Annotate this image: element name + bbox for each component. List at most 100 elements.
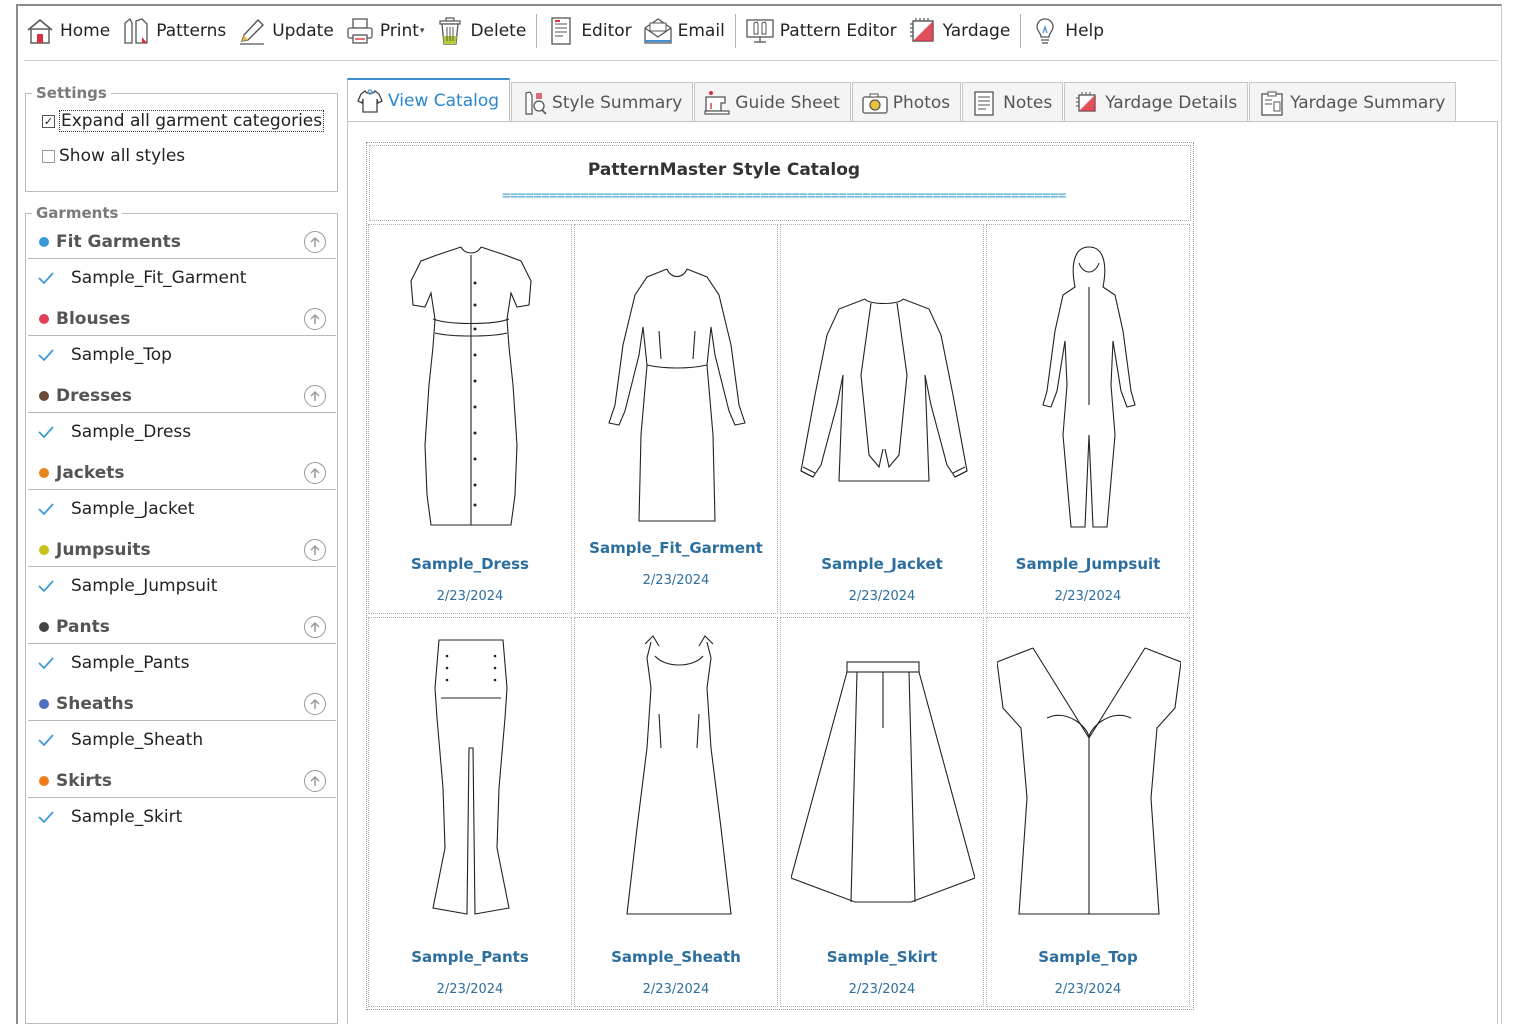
collapse-arrow-up-icon[interactable] xyxy=(304,461,326,484)
dress-sketch xyxy=(410,246,532,526)
style-card-sample-fit-garment[interactable]: Sample_Fit_Garment 2/23/2024 xyxy=(574,224,778,614)
collapse-arrow-up-icon[interactable] xyxy=(304,769,326,792)
skirt-sketch xyxy=(791,661,975,903)
expand-all-checkbox[interactable]: ✓ xyxy=(42,114,55,128)
yardage-details-icon xyxy=(1076,91,1096,112)
style-date: 2/23/2024 xyxy=(848,982,916,997)
category-dot xyxy=(39,467,49,478)
category-name: Sheaths xyxy=(56,693,134,714)
email-button[interactable]: Email xyxy=(638,11,731,51)
collapse-arrow-up-icon[interactable] xyxy=(304,615,326,638)
editor-button[interactable]: Editor xyxy=(541,11,637,51)
checkmark-icon xyxy=(38,426,54,439)
toolbar-separator xyxy=(536,14,538,48)
garment-category[interactable]: Jumpsuits xyxy=(28,533,336,567)
style-name[interactable]: Sample_Pants xyxy=(369,948,571,966)
show-all-styles-checkbox[interactable] xyxy=(42,149,55,163)
garment-list-item[interactable]: Sample_Sheath xyxy=(28,723,336,757)
notes-icon xyxy=(974,90,994,116)
collapse-arrow-up-icon[interactable] xyxy=(304,692,326,715)
style-name[interactable]: Sample_Skirt xyxy=(781,948,983,966)
pattern-editor-button[interactable]: Pattern Editor xyxy=(740,11,903,51)
style-name[interactable]: Sample_Dress xyxy=(369,555,571,573)
show-all-styles-checkbox-row[interactable]: Show all styles xyxy=(42,143,337,169)
style-date: 2/23/2024 xyxy=(642,982,710,997)
style-name[interactable]: Sample_Sheath xyxy=(575,948,777,966)
expand-all-checkbox-row[interactable]: ✓ Expand all garment categories xyxy=(42,108,337,134)
home-button[interactable]: Home xyxy=(20,11,116,51)
shirt-icon xyxy=(357,89,383,113)
style-date: 2/23/2024 xyxy=(436,982,504,997)
patterns-icon xyxy=(124,17,148,44)
garment-category[interactable]: Blouses xyxy=(28,302,336,336)
sewing-machine-icon xyxy=(704,90,730,115)
printer-icon xyxy=(347,18,373,44)
garment-category[interactable]: Skirts xyxy=(28,764,336,798)
update-button[interactable]: Update xyxy=(232,11,340,51)
garment-list-item[interactable]: Sample_Fit_Garment xyxy=(28,261,336,295)
garment-list-item[interactable]: Sample_Top xyxy=(28,338,336,372)
garment-category[interactable]: Dresses xyxy=(28,379,336,413)
style-name[interactable]: Sample_Jacket xyxy=(781,555,983,573)
garment-list-item[interactable]: Sample_Jumpsuit xyxy=(28,569,336,603)
show-all-styles-label[interactable]: Show all styles xyxy=(59,146,185,166)
yardage-button[interactable]: Yardage xyxy=(903,11,1017,51)
category-name: Jumpsuits xyxy=(56,539,151,560)
tab-bar: View Catalog Style Summary Guide Sheet P… xyxy=(347,78,1457,122)
garment-item-name: Sample_Jumpsuit xyxy=(71,576,218,596)
garment-category[interactable]: Fit Garments xyxy=(28,225,336,259)
style-date: 2/23/2024 xyxy=(642,573,710,588)
garment-item-name: Sample_Sheath xyxy=(71,730,204,750)
category-dot xyxy=(39,621,49,632)
garment-list-item[interactable]: Sample_Skirt xyxy=(28,800,336,834)
style-date: 2/23/2024 xyxy=(1054,589,1122,604)
collapse-arrow-up-icon[interactable] xyxy=(304,307,326,330)
style-card-sample-jumpsuit[interactable]: Sample_Jumpsuit 2/23/2024 xyxy=(986,224,1190,614)
style-card-sample-skirt[interactable]: Sample_Skirt 2/23/2024 xyxy=(780,617,984,1007)
patterns-button[interactable]: Patterns xyxy=(116,11,232,51)
lightbulb-icon xyxy=(1036,18,1054,44)
garment-item-name: Sample_Dress xyxy=(71,422,192,442)
tab-yardage-summary[interactable]: Yardage Summary xyxy=(1249,82,1457,122)
style-card-sample-dress[interactable]: Sample_Dress 2/23/2024 xyxy=(368,224,572,614)
settings-panel: Settings ✓ Expand all garment categories… xyxy=(25,84,338,192)
category-name: Blouses xyxy=(56,308,131,329)
garment-category[interactable]: Pants xyxy=(28,610,336,644)
tab-photos[interactable]: Photos xyxy=(851,82,962,122)
garment-category[interactable]: Jackets xyxy=(28,456,336,490)
garment-list-item[interactable]: Sample_Jacket xyxy=(28,492,336,526)
style-card-sample-pants[interactable]: Sample_Pants 2/23/2024 xyxy=(368,617,572,1007)
expand-all-label[interactable]: Expand all garment categories xyxy=(59,110,325,132)
print-button[interactable]: Print ▾ xyxy=(340,11,431,51)
tab-view-catalog[interactable]: View Catalog xyxy=(347,78,511,122)
style-card-sample-top[interactable]: Sample_Top 2/23/2024 xyxy=(986,617,1190,1007)
garment-category[interactable]: Sheaths xyxy=(28,687,336,721)
home-icon xyxy=(27,18,53,44)
style-card-sample-sheath[interactable]: Sample_Sheath 2/23/2024 xyxy=(574,617,778,1007)
tab-yardage-details[interactable]: Yardage Details xyxy=(1064,82,1249,122)
category-dot xyxy=(39,236,49,247)
monitor-icon xyxy=(746,19,774,43)
tab-style-summary[interactable]: Style Summary xyxy=(511,82,694,122)
delete-button[interactable]: Delete xyxy=(430,11,532,51)
print-dropdown-caret[interactable]: ▾ xyxy=(420,26,425,36)
garment-list-item[interactable]: Sample_Pants xyxy=(28,646,336,680)
style-name[interactable]: Sample_Fit_Garment xyxy=(575,539,777,557)
style-name[interactable]: Sample_Jumpsuit xyxy=(987,555,1189,573)
toolbar-separator xyxy=(734,14,736,48)
help-button[interactable]: Help xyxy=(1025,11,1110,51)
style-card-sample-jacket[interactable]: Sample_Jacket 2/23/2024 xyxy=(780,224,984,614)
style-name[interactable]: Sample_Top xyxy=(987,948,1189,966)
garment-list-item[interactable]: Sample_Dress xyxy=(28,415,336,449)
email-icon xyxy=(643,18,672,44)
garment-item-name: Sample_Pants xyxy=(71,653,190,673)
style-date: 2/23/2024 xyxy=(848,589,916,604)
collapse-arrow-up-icon[interactable] xyxy=(304,538,326,561)
style-date: 2/23/2024 xyxy=(1054,982,1122,997)
tab-notes[interactable]: Notes xyxy=(962,82,1064,122)
tab-guide-sheet[interactable]: Guide Sheet xyxy=(694,82,851,122)
collapse-arrow-up-icon[interactable] xyxy=(304,384,326,407)
settings-legend: Settings xyxy=(36,84,107,102)
collapse-arrow-up-icon[interactable] xyxy=(304,230,326,253)
toolbar-divider xyxy=(24,60,1498,61)
